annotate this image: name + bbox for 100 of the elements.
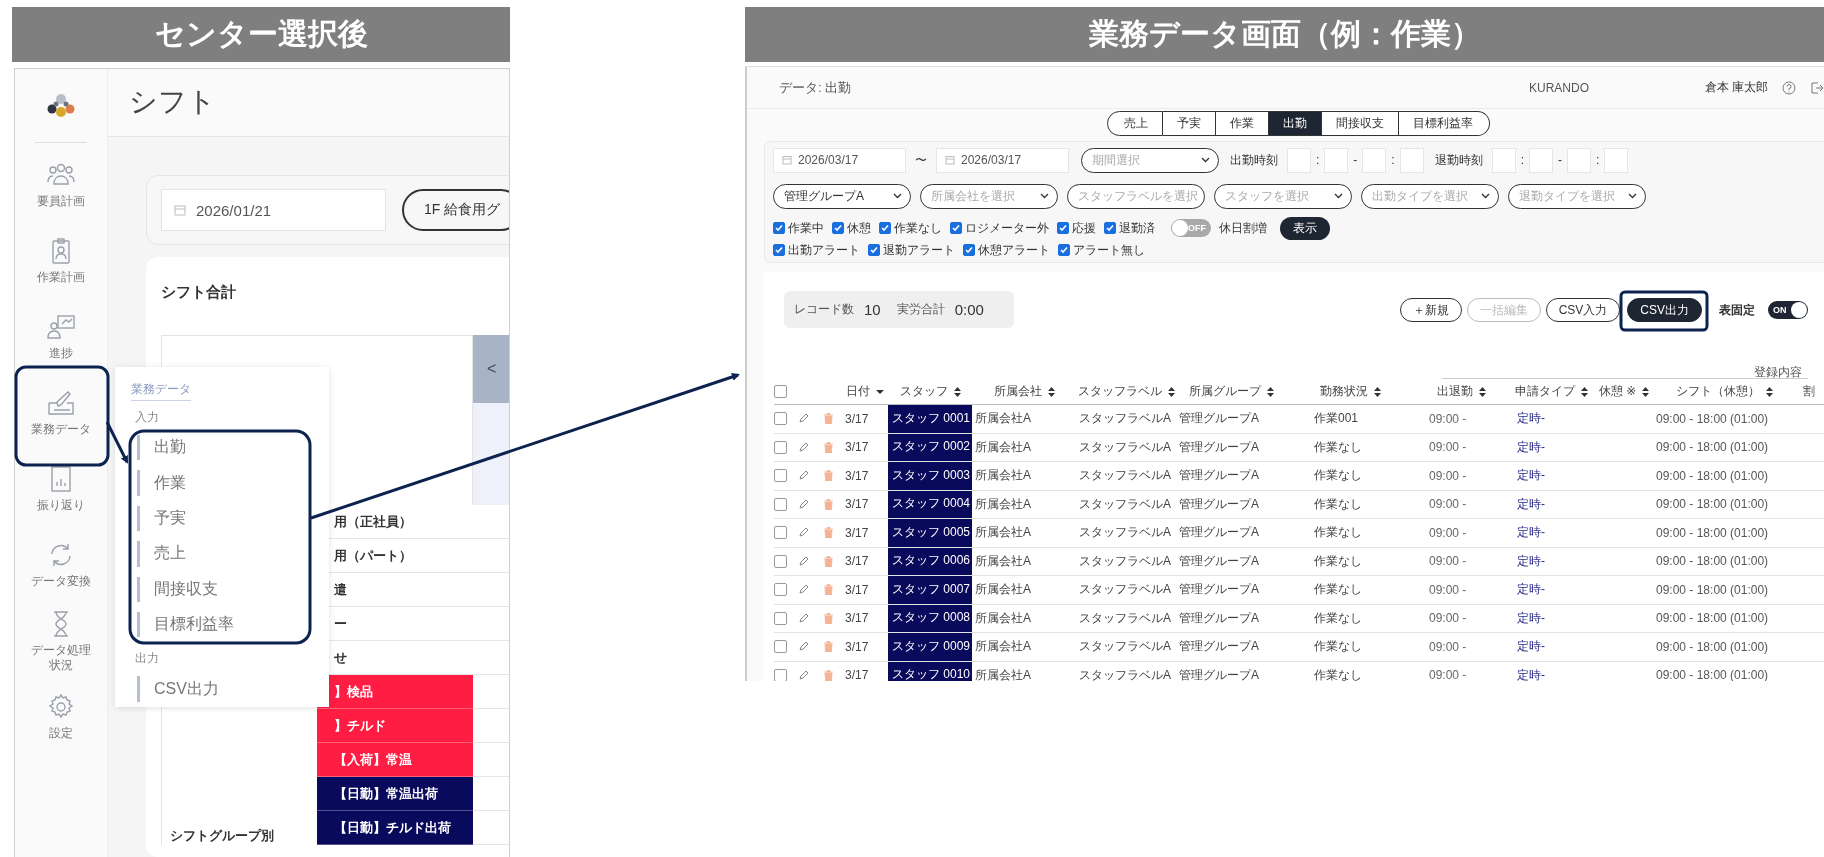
action-button[interactable]: CSV出力	[1627, 298, 1702, 322]
checkbox[interactable]	[1104, 222, 1116, 234]
column-header[interactable]: シフト（休憩）	[1675, 383, 1760, 400]
trash-icon[interactable]	[824, 441, 833, 453]
column-header[interactable]: 出退勤	[1437, 383, 1473, 400]
trash-icon[interactable]	[824, 669, 833, 681]
sort-icon[interactable]	[1167, 386, 1175, 397]
pencil-icon[interactable]	[798, 584, 809, 596]
pencil-icon[interactable]	[798, 470, 809, 482]
nav-item[interactable]: 要員計画	[15, 146, 107, 223]
menu-item[interactable]: 売上	[137, 541, 186, 567]
tab[interactable]: 出勤	[1269, 111, 1322, 136]
sort-icon[interactable]	[1479, 386, 1486, 397]
date-field[interactable]: 2026/01/21	[161, 189, 386, 231]
time-input[interactable]	[1567, 147, 1592, 173]
tab[interactable]: 間接収支	[1322, 111, 1399, 136]
nav-item[interactable]: データ変換	[15, 526, 107, 603]
time-input[interactable]	[1399, 147, 1424, 173]
nav-item[interactable]: 業務データ	[15, 374, 107, 451]
nav-item[interactable]: 進捗	[15, 298, 107, 375]
show-button[interactable]: 表示	[1280, 216, 1330, 240]
sort-icon[interactable]	[1047, 386, 1055, 397]
checkbox[interactable]	[774, 583, 787, 597]
help-icon[interactable]	[1782, 80, 1796, 95]
trash-icon[interactable]	[824, 641, 833, 653]
trash-icon[interactable]	[824, 470, 833, 482]
checkbox[interactable]	[774, 385, 787, 398]
checkbox[interactable]	[774, 412, 787, 426]
pencil-icon[interactable]	[798, 612, 809, 624]
column-header[interactable]: 所属グループ	[1188, 383, 1261, 400]
sort-icon[interactable]	[1581, 386, 1588, 397]
column-header[interactable]: 申請タイプ	[1515, 383, 1575, 400]
checkbox[interactable]	[774, 469, 787, 483]
checkbox[interactable]	[774, 554, 787, 568]
menu-item[interactable]: 予実	[137, 505, 186, 532]
sort-down-icon[interactable]	[876, 388, 884, 395]
checkbox[interactable]	[868, 244, 880, 256]
time-input[interactable]	[1324, 147, 1349, 173]
checkbox[interactable]	[774, 668, 787, 681]
menu-item[interactable]: 作業	[137, 470, 186, 496]
checkbox[interactable]	[774, 611, 787, 625]
time-input[interactable]	[1604, 147, 1629, 173]
column-header[interactable]: スタッフラベル	[1077, 383, 1162, 400]
time-input[interactable]	[1491, 147, 1516, 173]
pencil-icon[interactable]	[798, 498, 809, 510]
trash-icon[interactable]	[824, 612, 833, 624]
checkbox[interactable]	[950, 222, 962, 234]
tab[interactable]: 売上	[1107, 111, 1163, 136]
time-input[interactable]	[1362, 147, 1387, 173]
column-header[interactable]: 割	[1803, 383, 1815, 400]
checkbox[interactable]	[774, 497, 787, 511]
nav-item[interactable]: 作業計画	[15, 222, 107, 299]
pencil-icon[interactable]	[798, 413, 809, 425]
column-header[interactable]: 勤務状況	[1319, 383, 1368, 400]
logout-icon[interactable]	[1810, 80, 1824, 95]
menu-item[interactable]: 出勤	[137, 434, 186, 461]
pencil-icon[interactable]	[798, 669, 809, 681]
sort-icon[interactable]	[1765, 386, 1773, 397]
checkbox[interactable]	[879, 222, 891, 234]
sort-icon[interactable]	[953, 386, 961, 397]
checkbox[interactable]	[963, 244, 975, 256]
checkbox[interactable]	[773, 244, 785, 256]
date-field[interactable]: 2026/03/17	[773, 147, 906, 173]
checkbox[interactable]	[1058, 244, 1070, 256]
pencil-icon[interactable]	[798, 441, 809, 453]
checkbox[interactable]	[1057, 222, 1069, 234]
action-button[interactable]: ＋新規	[1399, 298, 1462, 322]
pencil-icon[interactable]	[798, 641, 809, 653]
trash-icon[interactable]	[824, 584, 833, 596]
pencil-icon[interactable]	[798, 555, 809, 567]
previous-button[interactable]: <	[473, 335, 509, 403]
column-header[interactable]: 日付	[846, 383, 870, 400]
checkbox[interactable]	[774, 440, 787, 454]
checkbox[interactable]	[832, 222, 844, 234]
action-button[interactable]: CSV入力	[1545, 298, 1621, 322]
group-select[interactable]: 1F 給食用グ	[402, 189, 509, 231]
column-header[interactable]: スタッフ	[899, 383, 948, 400]
menu-item[interactable]: 目標利益率	[137, 612, 234, 638]
nav-item[interactable]: 設定	[15, 678, 107, 755]
menu-item[interactable]: 間接収支	[137, 576, 218, 603]
tab[interactable]: 予実	[1163, 111, 1216, 136]
sort-icon[interactable]	[1373, 386, 1381, 397]
trash-icon[interactable]	[824, 527, 833, 539]
trash-icon[interactable]	[824, 555, 833, 567]
column-header[interactable]: 休憩 ※	[1598, 383, 1637, 400]
nav-item[interactable]: データ処理状況	[15, 602, 107, 679]
menu-item[interactable]: CSV出力	[137, 676, 219, 702]
time-input[interactable]	[1287, 147, 1311, 173]
pencil-icon[interactable]	[798, 527, 809, 539]
trash-icon[interactable]	[824, 413, 833, 425]
tab[interactable]: 作業	[1216, 111, 1269, 136]
toggle-switch[interactable]: ON	[1768, 301, 1808, 319]
sort-icon[interactable]	[1642, 386, 1650, 397]
time-input[interactable]	[1529, 147, 1554, 173]
nav-item[interactable]: 振り返り	[15, 450, 107, 527]
trash-icon[interactable]	[824, 498, 833, 510]
tab[interactable]: 目標利益率	[1399, 111, 1490, 136]
checkbox[interactable]	[774, 526, 787, 540]
column-header[interactable]: 所属会社	[993, 383, 1042, 400]
checkbox[interactable]	[773, 222, 785, 234]
